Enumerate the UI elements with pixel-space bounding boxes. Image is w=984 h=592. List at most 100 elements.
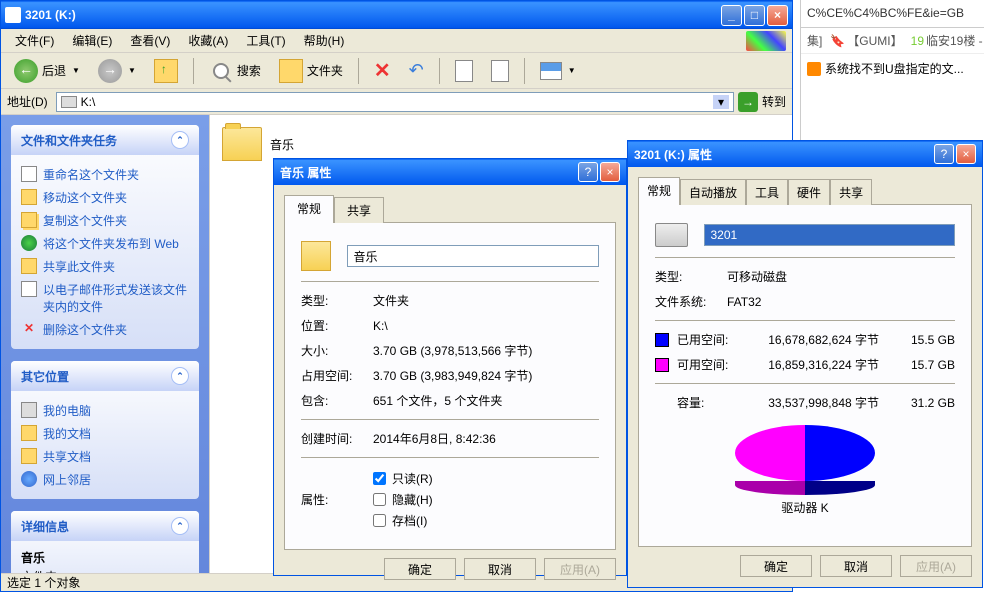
place-shared-docs[interactable]: 共享文档 xyxy=(21,445,189,468)
close-button[interactable]: × xyxy=(956,144,976,164)
collapse-icon[interactable]: ⌃ xyxy=(171,367,189,385)
details-type: 文件夹 xyxy=(21,568,189,573)
forward-button[interactable]: ▼ xyxy=(91,55,143,87)
address-input[interactable] xyxy=(81,95,709,109)
apply-button[interactable]: 应用(A) xyxy=(544,558,616,580)
tab-general[interactable]: 常规 xyxy=(284,195,334,223)
tab-sharing[interactable]: 共享 xyxy=(830,179,872,205)
address-dropdown[interactable]: ▾ xyxy=(713,95,729,109)
copy-icon xyxy=(455,60,473,82)
menu-help[interactable]: 帮助(H) xyxy=(296,30,353,51)
up-icon xyxy=(154,59,178,83)
ok-button[interactable]: 确定 xyxy=(740,555,812,577)
drive-icon xyxy=(61,96,77,108)
menu-view[interactable]: 查看(V) xyxy=(122,30,178,51)
apply-button[interactable]: 应用(A) xyxy=(900,555,972,577)
bookmark-item[interactable]: 集] xyxy=(807,32,822,49)
search-icon xyxy=(213,63,229,79)
created-label: 创建时间: xyxy=(301,430,373,447)
tab-autoplay[interactable]: 自动播放 xyxy=(680,179,746,205)
task-copy[interactable]: 复制这个文件夹 xyxy=(21,209,189,232)
windows-logo xyxy=(746,31,786,51)
titlebar[interactable]: 3201 (K:) _ □ × xyxy=(1,1,792,29)
undo-icon: ↶ xyxy=(409,60,424,81)
folder-name-input[interactable] xyxy=(347,245,599,267)
close-button[interactable]: × xyxy=(767,5,788,26)
task-delete[interactable]: ✕删除这个文件夹 xyxy=(21,318,189,341)
ok-button[interactable]: 确定 xyxy=(384,558,456,580)
help-button[interactable]: ? xyxy=(578,162,598,182)
back-icon xyxy=(14,59,38,83)
size-label: 大小: xyxy=(301,342,373,359)
tabs: 常规 共享 xyxy=(284,195,616,223)
paste-button[interactable] xyxy=(484,56,516,86)
cancel-button[interactable]: 取消 xyxy=(820,555,892,577)
toolbar-separator xyxy=(358,58,359,84)
tab-sharing[interactable]: 共享 xyxy=(334,197,384,223)
minimize-button[interactable]: _ xyxy=(721,5,742,26)
bookmark-item[interactable]: 🔖【GUMI】 xyxy=(830,32,902,49)
menubar: 文件(F) 编辑(E) 查看(V) 收藏(A) 工具(T) 帮助(H) xyxy=(1,29,792,53)
menu-tools[interactable]: 工具(T) xyxy=(238,30,293,51)
place-my-documents[interactable]: 我的文档 xyxy=(21,422,189,445)
address-input-container[interactable]: ▾ xyxy=(56,92,734,112)
tasks-panel-header[interactable]: 文件和文件夹任务 ⌃ xyxy=(11,125,199,155)
undo-button[interactable]: ↶ xyxy=(402,56,431,85)
contains-label: 包含: xyxy=(301,392,373,409)
dialog-titlebar[interactable]: 3201 (K:) 属性 ? × xyxy=(628,141,982,167)
place-network[interactable]: 网上邻居 xyxy=(21,468,189,491)
chevron-down-icon: ▼ xyxy=(568,66,576,75)
location-value: K:\ xyxy=(373,319,599,333)
tab-general[interactable]: 常规 xyxy=(638,177,680,205)
delete-button[interactable]: ✕ xyxy=(367,54,398,87)
tasks-panel: 文件和文件夹任务 ⌃ 重命名这个文件夹 移动这个文件夹 复制这个文件夹 将这个文… xyxy=(11,125,199,349)
other-places-header[interactable]: 其它位置 ⌃ xyxy=(11,361,199,391)
task-move[interactable]: 移动这个文件夹 xyxy=(21,186,189,209)
capacity-row: 容量: 33,537,998,848 字节 31.2 GB xyxy=(655,390,955,415)
pie-chart xyxy=(735,425,875,495)
up-button[interactable] xyxy=(147,55,185,87)
menu-edit[interactable]: 编辑(E) xyxy=(64,30,120,51)
used-bytes: 16,678,682,624 字节 xyxy=(745,331,891,348)
search-label: 搜索 xyxy=(237,62,261,79)
tab-hardware[interactable]: 硬件 xyxy=(788,179,830,205)
drive-name-input[interactable] xyxy=(704,224,955,246)
back-button[interactable]: 后退 ▼ xyxy=(7,55,87,87)
hidden-checkbox[interactable] xyxy=(373,493,386,506)
task-rename[interactable]: 重命名这个文件夹 xyxy=(21,163,189,186)
toolbar-separator xyxy=(439,58,440,84)
copy-button[interactable] xyxy=(448,56,480,86)
rename-icon xyxy=(21,166,37,182)
place-my-computer[interactable]: 我的电脑 xyxy=(21,399,189,422)
bookmark-item[interactable]: 19临安19楼 - xyxy=(911,32,983,49)
folders-button[interactable]: 文件夹 xyxy=(272,55,350,87)
task-publish-web[interactable]: 将这个文件夹发布到 Web xyxy=(21,232,189,255)
task-email[interactable]: 以电子邮件形式发送该文件夹内的文件 xyxy=(21,278,189,318)
readonly-checkbox[interactable] xyxy=(373,472,386,485)
details-header[interactable]: 详细信息 ⌃ xyxy=(11,511,199,541)
folders-label: 文件夹 xyxy=(307,62,343,79)
chevron-down-icon: ▼ xyxy=(72,66,80,75)
browser-tab[interactable]: 系统找不到U盘指定的文... xyxy=(801,54,984,83)
used-space-row: 已用空间: 16,678,682,624 字节 15.5 GB xyxy=(655,327,955,352)
search-button[interactable]: 搜索 xyxy=(202,55,268,87)
cancel-button[interactable]: 取消 xyxy=(464,558,536,580)
collapse-icon[interactable]: ⌃ xyxy=(171,131,189,149)
folder-properties-dialog: 音乐 属性 ? × 常规 共享 类型:文件夹 位置:K:\ 大小:3.70 GB… xyxy=(273,158,627,576)
maximize-button[interactable]: □ xyxy=(744,5,765,26)
dialog-titlebar[interactable]: 音乐 属性 ? × xyxy=(274,159,626,185)
web-icon xyxy=(21,235,37,251)
task-share[interactable]: 共享此文件夹 xyxy=(21,255,189,278)
tab-tools[interactable]: 工具 xyxy=(746,179,788,205)
archive-checkbox[interactable] xyxy=(373,514,386,527)
close-button[interactable]: × xyxy=(600,162,620,182)
collapse-icon[interactable]: ⌃ xyxy=(171,517,189,535)
help-button[interactable]: ? xyxy=(934,144,954,164)
go-button[interactable]: → xyxy=(738,92,758,112)
views-icon xyxy=(540,62,562,80)
drive-icon xyxy=(5,7,21,23)
menu-file[interactable]: 文件(F) xyxy=(7,30,62,51)
type-value: 文件夹 xyxy=(373,292,599,309)
views-button[interactable]: ▼ xyxy=(533,58,583,84)
menu-favorites[interactable]: 收藏(A) xyxy=(180,30,236,51)
